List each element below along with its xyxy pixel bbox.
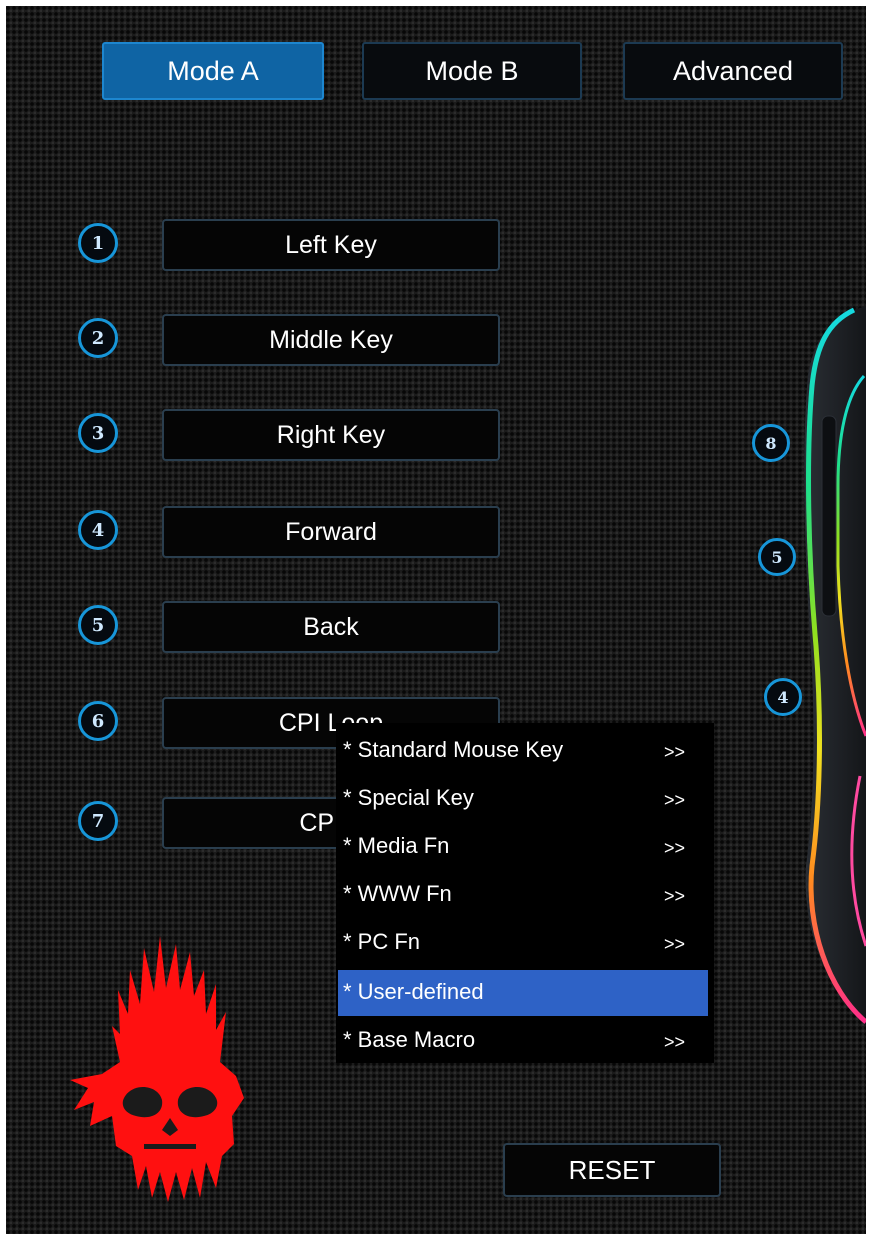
- menu-item-label: * Base Macro: [343, 1027, 476, 1052]
- key-number-badge: 5: [78, 605, 118, 645]
- menu-item-base-macro[interactable]: * Base Macro >>: [338, 1018, 708, 1064]
- menu-item-label: * Media Fn: [343, 833, 450, 858]
- key-row-5: 5 Back: [78, 601, 504, 655]
- submenu-arrow-icon: >>: [664, 886, 686, 906]
- key-number-badge: 6: [78, 701, 118, 741]
- menu-item-user-defined[interactable]: * User-defined: [338, 970, 708, 1016]
- mouse-button-8-badge[interactable]: 8: [752, 424, 790, 462]
- menu-item-label: * User-defined: [343, 979, 484, 1004]
- right-key-button[interactable]: Right Key: [162, 409, 500, 461]
- menu-item-www-fn[interactable]: * WWW Fn >>: [338, 872, 708, 918]
- menu-item-label: * Standard Mouse Key: [343, 737, 564, 762]
- app-window: Mode A Mode B Advanced 1 Left Key 2 Midd…: [6, 6, 866, 1234]
- middle-key-button[interactable]: Middle Key: [162, 314, 500, 366]
- menu-item-standard-mouse-key[interactable]: * Standard Mouse Key >>: [338, 728, 708, 774]
- key-row-4: 4 Forward: [78, 506, 504, 560]
- tab-mode-a[interactable]: Mode A: [102, 42, 324, 100]
- submenu-arrow-icon: >>: [664, 838, 686, 858]
- mouse-button-5-badge[interactable]: 5: [758, 538, 796, 576]
- submenu-arrow-icon: >>: [664, 1032, 686, 1052]
- skull-logo: [70, 936, 244, 1202]
- left-key-button[interactable]: Left Key: [162, 219, 500, 271]
- forward-key-button[interactable]: Forward: [162, 506, 500, 558]
- mouse-button-4-badge[interactable]: 4: [764, 678, 802, 716]
- menu-item-media-fn[interactable]: * Media Fn >>: [338, 824, 708, 870]
- key-number-badge: 2: [78, 318, 118, 358]
- key-number-badge: 3: [78, 413, 118, 453]
- mouse-illustration: [804, 306, 866, 1026]
- submenu-arrow-icon: >>: [664, 934, 686, 954]
- menu-item-label: * Special Key: [343, 785, 474, 810]
- key-number-badge: 7: [78, 801, 118, 841]
- submenu-arrow-icon: >>: [664, 742, 686, 762]
- key-row-1: 1 Left Key: [78, 219, 504, 273]
- tab-mode-b[interactable]: Mode B: [362, 42, 582, 100]
- key-number-badge: 1: [78, 223, 118, 263]
- menu-item-special-key[interactable]: * Special Key >>: [338, 776, 708, 822]
- menu-item-pc-fn[interactable]: * PC Fn >>: [338, 920, 708, 966]
- menu-item-label: * PC Fn: [343, 929, 421, 954]
- submenu-arrow-icon: >>: [664, 790, 686, 810]
- key-function-menu: * Standard Mouse Key >> * Special Key >>…: [336, 723, 714, 1063]
- reset-button[interactable]: RESET: [503, 1143, 721, 1197]
- key-number-badge: 4: [78, 510, 118, 550]
- key-row-2: 2 Middle Key: [78, 314, 504, 368]
- tab-advanced[interactable]: Advanced: [623, 42, 843, 100]
- menu-item-label: * WWW Fn: [343, 881, 452, 906]
- back-key-button[interactable]: Back: [162, 601, 500, 653]
- key-row-3: 3 Right Key: [78, 409, 504, 463]
